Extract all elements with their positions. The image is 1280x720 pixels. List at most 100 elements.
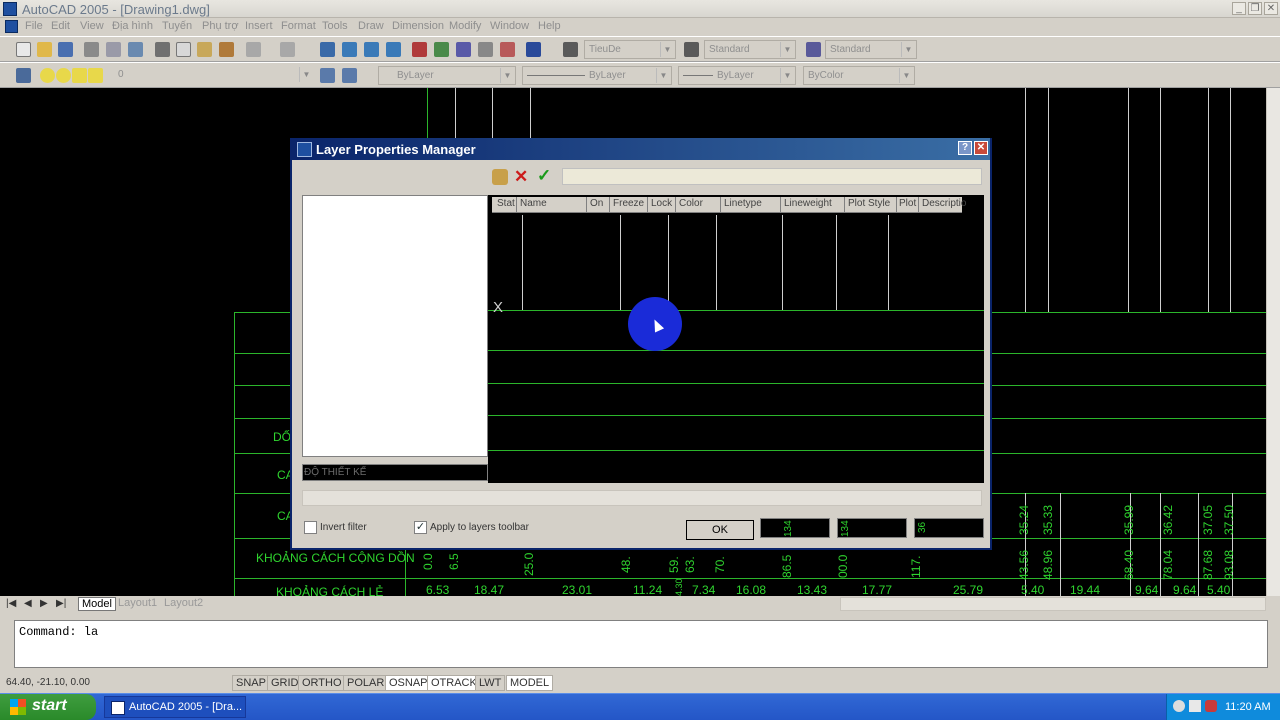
vertical-scrollbar[interactable] bbox=[1266, 88, 1280, 596]
col-color[interactable]: Color bbox=[679, 198, 703, 209]
lineweight-combo[interactable]: ByLayer ▼ bbox=[678, 66, 796, 85]
ortho-toggle[interactable]: ORTHO bbox=[298, 675, 346, 691]
save-icon[interactable] bbox=[58, 42, 73, 57]
autocad-app-icon[interactable] bbox=[3, 2, 17, 16]
layer-previous-icon[interactable] bbox=[342, 68, 357, 83]
table-style-combo[interactable]: Standard ▼ bbox=[825, 40, 917, 59]
match-properties-icon[interactable] bbox=[219, 42, 234, 57]
layer-manager-icon[interactable] bbox=[16, 68, 31, 83]
col-name[interactable]: Name bbox=[520, 198, 547, 209]
paste-icon[interactable] bbox=[197, 42, 212, 57]
menu-draw[interactable]: Draw bbox=[358, 20, 384, 32]
otrack-toggle[interactable]: OTRACK bbox=[427, 675, 481, 691]
filter-name-field[interactable]: ĐỘ THIẾT KẾ bbox=[302, 464, 488, 481]
design-center-icon[interactable] bbox=[434, 42, 449, 57]
new-layer-icon[interactable] bbox=[492, 169, 508, 185]
lwt-toggle[interactable]: LWT bbox=[475, 675, 506, 691]
start-button[interactable]: start bbox=[0, 694, 96, 720]
tab-nav-prev-icon[interactable]: ◀ bbox=[24, 598, 32, 609]
cut-icon[interactable] bbox=[155, 42, 170, 57]
close-icon[interactable]: ✕ bbox=[1264, 2, 1278, 15]
taskbar-autocad-item[interactable]: AutoCAD 2005 - [Dra... bbox=[104, 696, 246, 718]
invert-filter-checkbox[interactable] bbox=[304, 521, 317, 534]
linetype-combo[interactable]: ByLayer ▼ bbox=[522, 66, 672, 85]
tab-model[interactable]: Model bbox=[78, 597, 116, 611]
col-description[interactable]: Descriptio bbox=[922, 198, 966, 209]
menu-tools[interactable]: Tools bbox=[322, 20, 348, 32]
redo-icon[interactable] bbox=[280, 42, 295, 57]
model-toggle[interactable]: MODEL bbox=[506, 675, 554, 691]
layer-list[interactable]: X bbox=[488, 195, 984, 483]
keyboard-icon[interactable] bbox=[1189, 700, 1201, 712]
ok-button[interactable]: OK bbox=[686, 520, 754, 540]
zoom-realtime-icon[interactable] bbox=[342, 42, 357, 57]
apply-toolbar-checkbox[interactable]: ✓ bbox=[414, 521, 427, 534]
col-status[interactable]: Stat bbox=[497, 198, 515, 209]
horizontal-scrollbar[interactable] bbox=[302, 490, 982, 506]
menu-dia-hinh[interactable]: Địa hình bbox=[112, 20, 153, 32]
close-button[interactable]: ✕ bbox=[974, 141, 988, 155]
menu-format[interactable]: Format bbox=[281, 20, 316, 32]
col-lineweight[interactable]: Lineweight bbox=[784, 198, 832, 209]
help-icon[interactable] bbox=[526, 42, 541, 57]
plot-preview-icon[interactable] bbox=[106, 42, 121, 57]
menu-file[interactable]: File bbox=[25, 20, 43, 32]
command-line[interactable]: Command: la bbox=[14, 620, 1268, 668]
menu-view[interactable]: View bbox=[80, 20, 104, 32]
open-file-icon[interactable] bbox=[37, 42, 52, 57]
minimize-icon[interactable]: _ bbox=[1232, 2, 1246, 15]
publish-icon[interactable] bbox=[128, 42, 143, 57]
polar-toggle[interactable]: POLAR bbox=[343, 675, 389, 691]
new-file-icon[interactable] bbox=[16, 42, 31, 57]
col-on[interactable]: On bbox=[590, 198, 603, 209]
col-linetype[interactable]: Linetype bbox=[724, 198, 762, 209]
col-freeze[interactable]: Freeze bbox=[613, 198, 644, 209]
col-plot[interactable]: Plot bbox=[899, 198, 916, 209]
osnap-toggle[interactable]: OSNAP bbox=[385, 675, 432, 691]
properties-icon[interactable] bbox=[412, 42, 427, 57]
dialog-help-button[interactable]: 36 bbox=[914, 518, 984, 538]
menu-window[interactable]: Window bbox=[490, 20, 529, 32]
print-icon[interactable] bbox=[84, 42, 99, 57]
tab-nav-last-icon[interactable]: ▶| bbox=[56, 598, 66, 609]
undo-icon[interactable] bbox=[246, 42, 261, 57]
apply-button[interactable]: 134 bbox=[837, 518, 907, 538]
restore-icon[interactable]: ❐ bbox=[1248, 2, 1262, 15]
menu-edit[interactable]: Edit bbox=[51, 20, 70, 32]
sheet-set-icon[interactable] bbox=[478, 42, 493, 57]
help-button[interactable]: ? bbox=[958, 141, 972, 155]
menu-modify[interactable]: Modify bbox=[449, 20, 481, 32]
dialog-title-bar[interactable]: Layer Properties Manager ? ✕ bbox=[292, 138, 990, 160]
make-layer-current-icon[interactable] bbox=[320, 68, 335, 83]
text-style-combo[interactable]: TieuDe ▼ bbox=[584, 40, 676, 59]
document-icon[interactable] bbox=[5, 20, 18, 33]
filter-tree-panel[interactable] bbox=[302, 195, 488, 457]
menu-phu-tro[interactable]: Phụ trợ bbox=[202, 20, 239, 32]
text-style-icon[interactable] bbox=[563, 42, 578, 57]
tab-nav-next-icon[interactable]: ▶ bbox=[40, 598, 48, 609]
menu-insert[interactable]: Insert bbox=[245, 20, 273, 32]
col-plot-style[interactable]: Plot Style bbox=[848, 198, 890, 209]
horizontal-scrollbar[interactable] bbox=[840, 597, 1266, 611]
dim-style-combo[interactable]: Standard ▼ bbox=[704, 40, 796, 59]
tab-layout2[interactable]: Layout2 bbox=[164, 597, 203, 609]
dim-style-icon[interactable] bbox=[684, 42, 699, 57]
snap-toggle[interactable]: SNAP bbox=[232, 675, 270, 691]
security-icon[interactable] bbox=[1205, 700, 1217, 712]
menu-tuyen[interactable]: Tuyến bbox=[162, 20, 192, 32]
menu-dimension[interactable]: Dimension bbox=[392, 20, 444, 32]
menu-help[interactable]: Help bbox=[538, 20, 561, 32]
col-lock[interactable]: Lock bbox=[651, 198, 672, 209]
cancel-button[interactable]: 134 bbox=[760, 518, 830, 538]
plotstyle-combo[interactable]: ByColor ▼ bbox=[803, 66, 915, 85]
table-style-icon[interactable] bbox=[806, 42, 821, 57]
delete-layer-icon[interactable]: ✕ bbox=[514, 167, 528, 187]
layer-combo[interactable]: 0 ▼ bbox=[100, 66, 314, 85]
markup-icon[interactable] bbox=[500, 42, 515, 57]
tool-palettes-icon[interactable] bbox=[456, 42, 471, 57]
network-icon[interactable] bbox=[1173, 700, 1185, 712]
tab-layout1[interactable]: Layout1 bbox=[118, 597, 157, 609]
pan-icon[interactable] bbox=[320, 42, 335, 57]
set-current-icon[interactable]: ✓ bbox=[537, 166, 551, 186]
color-combo[interactable]: ByLayer ▼ bbox=[378, 66, 516, 85]
